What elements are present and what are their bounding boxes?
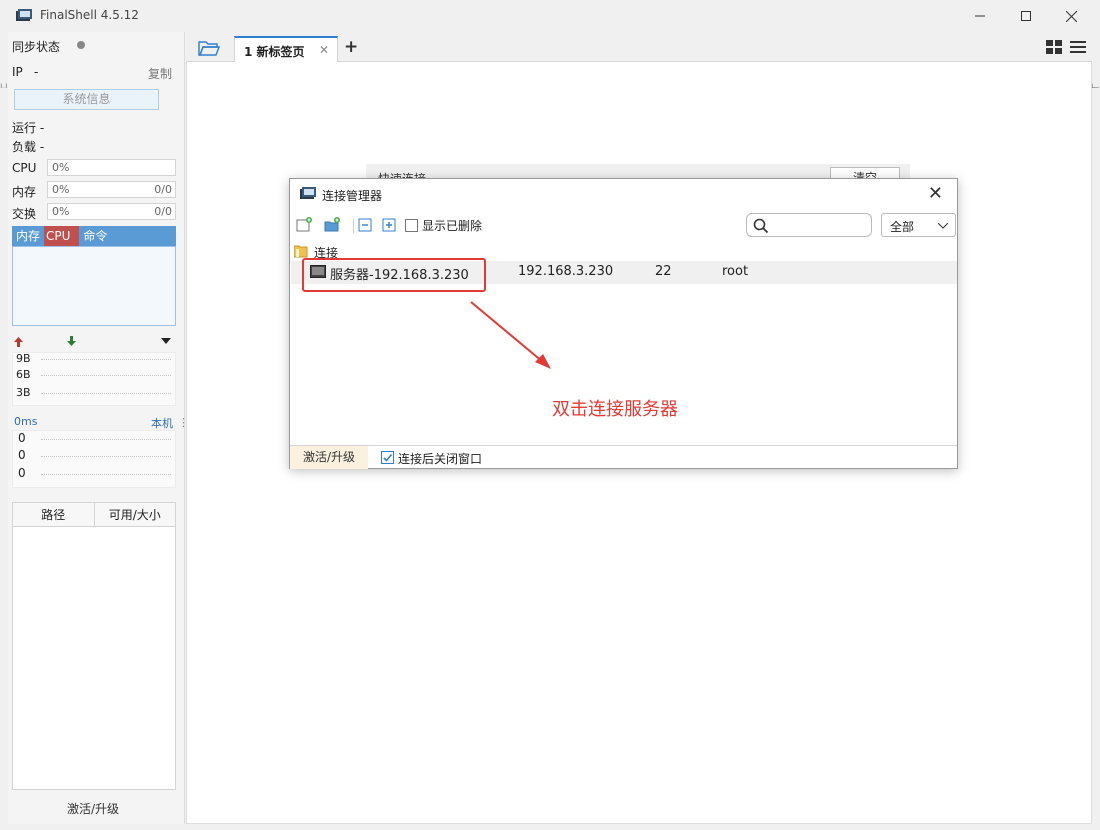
annotation-text: 双击连接服务器 bbox=[552, 399, 678, 420]
dialog-footer: 激活/升级 连接后关闭窗口 bbox=[290, 445, 957, 469]
title-bar: FinalShell 4.5.12 bbox=[0, 0, 1100, 32]
dialog-close-icon[interactable]: ✕ bbox=[928, 183, 943, 204]
disk-table-header: 路径 可用/大小 bbox=[13, 503, 175, 527]
add-tab-button[interactable]: + bbox=[344, 37, 358, 57]
ip-label: IP bbox=[12, 65, 23, 79]
process-tabs: 内存 CPU 命令 bbox=[12, 226, 176, 246]
menu-icon[interactable] bbox=[1070, 40, 1086, 54]
ip-value: - bbox=[34, 65, 39, 79]
expand-all-icon[interactable] bbox=[381, 217, 397, 233]
grid-line bbox=[41, 439, 171, 440]
copy-ip-link[interactable]: 复制 bbox=[148, 65, 172, 82]
proc-tab-cpu[interactable]: CPU bbox=[44, 226, 80, 246]
ping-latency-label: 0ms bbox=[14, 415, 38, 428]
activate-upgrade-link[interactable]: 激活/升级 bbox=[8, 800, 178, 817]
proc-tab-memory[interactable]: 内存 bbox=[12, 226, 44, 246]
show-deleted-label: 显示已删除 bbox=[422, 219, 483, 233]
swap-usage-value: 0% bbox=[52, 205, 70, 218]
disk-col-path[interactable]: 路径 bbox=[13, 503, 95, 526]
system-info-button[interactable]: 系统信息 bbox=[14, 89, 159, 110]
filter-select[interactable]: 全部 bbox=[881, 213, 956, 237]
net-tick: 3B bbox=[16, 386, 31, 399]
edge-mark: ப bbox=[0, 80, 8, 91]
network-interface-dropdown-icon[interactable] bbox=[161, 338, 171, 344]
grid-view-icon[interactable] bbox=[1046, 40, 1062, 54]
uptime-label: 运行 - bbox=[12, 121, 45, 135]
sync-status-label: 同步状态 bbox=[12, 40, 61, 54]
memory-usage-bar: 0% 0/0 bbox=[47, 181, 176, 198]
app-icon bbox=[300, 187, 316, 199]
dialog-title: 连接管理器 bbox=[322, 189, 383, 203]
ping-chart: 0 0 0 bbox=[12, 430, 176, 488]
close-after-connect-label: 连接后关闭窗口 bbox=[398, 452, 483, 466]
minimize-icon bbox=[975, 15, 985, 17]
proc-tab-command[interactable]: 命令 bbox=[79, 226, 111, 246]
session-tab-bar: 1 新标签页 ✕ + bbox=[186, 32, 1092, 63]
grid-line bbox=[41, 456, 171, 457]
connection-user: root bbox=[722, 264, 749, 279]
cpu-usage-value: 0% bbox=[52, 161, 70, 174]
minimize-button[interactable] bbox=[957, 0, 1003, 32]
memory-label: 内存 bbox=[12, 185, 37, 199]
grid-line bbox=[41, 375, 171, 376]
cpu-usage-bar: 0% bbox=[47, 159, 176, 176]
filter-select-value: 全部 bbox=[890, 220, 915, 234]
network-header bbox=[12, 334, 176, 348]
connection-port: 22 bbox=[655, 264, 672, 279]
left-status-panel: 同步状态 IP - 复制 系统信息 运行 - 负载 - CPU 0% 内存 0%… bbox=[8, 32, 189, 824]
connection-host: 192.168.3.230 bbox=[518, 264, 614, 279]
show-deleted-checkbox[interactable] bbox=[405, 219, 418, 232]
connection-manager-dialog: 连接管理器 ✕ 显示已删除 全部 连接 服务器-192.168.3.230 19… bbox=[289, 178, 958, 469]
app-title: FinalShell 4.5.12 bbox=[40, 8, 139, 22]
grid-line bbox=[41, 393, 171, 394]
tab-close-icon[interactable]: ✕ bbox=[319, 43, 329, 57]
grid-line bbox=[41, 474, 171, 475]
edge-mark: ட bbox=[1091, 80, 1099, 91]
upload-arrow-icon bbox=[14, 337, 23, 347]
annotation-highlight-box bbox=[302, 258, 486, 292]
process-list[interactable] bbox=[12, 246, 176, 326]
connection-search-input[interactable] bbox=[746, 213, 872, 237]
memory-size: 0/0 bbox=[154, 183, 172, 196]
swap-usage-bar: 0% 0/0 bbox=[47, 203, 176, 220]
sync-status-dot bbox=[77, 41, 85, 49]
ping-tick: 0 bbox=[18, 431, 26, 445]
disk-usage-table: 路径 可用/大小 bbox=[12, 502, 176, 790]
collapse-all-icon[interactable] bbox=[357, 217, 373, 233]
dialog-title-bar: 连接管理器 ✕ bbox=[290, 179, 957, 210]
toolbar-separator bbox=[353, 219, 354, 233]
folder-icon bbox=[294, 245, 308, 258]
network-chart: 9B 6B 3B bbox=[12, 352, 176, 406]
tab-label: 1 新标签页 bbox=[244, 45, 305, 59]
ping-host-label[interactable]: 本机 bbox=[151, 415, 173, 431]
tab-new-tab[interactable]: 1 新标签页 ✕ bbox=[234, 36, 338, 63]
new-folder-icon[interactable] bbox=[324, 217, 340, 233]
annotation-arrow bbox=[470, 301, 551, 369]
net-tick: 6B bbox=[16, 368, 31, 381]
swap-size: 0/0 bbox=[154, 205, 172, 218]
open-folder-icon[interactable] bbox=[198, 39, 220, 57]
ping-tick: 0 bbox=[18, 448, 26, 462]
net-tick: 9B bbox=[16, 352, 31, 365]
new-connection-icon[interactable] bbox=[296, 217, 312, 233]
maximize-icon bbox=[1021, 11, 1031, 21]
swap-label: 交换 bbox=[12, 207, 37, 221]
search-icon bbox=[753, 218, 769, 234]
close-icon bbox=[1065, 10, 1077, 22]
dialog-toolbar: 显示已删除 全部 bbox=[290, 210, 957, 240]
close-after-connect-checkbox[interactable] bbox=[381, 451, 394, 464]
download-arrow-icon bbox=[67, 336, 76, 346]
disk-col-available[interactable]: 可用/大小 bbox=[95, 503, 176, 526]
load-label: 负载 - bbox=[12, 140, 45, 154]
memory-usage-value: 0% bbox=[52, 183, 70, 196]
maximize-button[interactable] bbox=[1003, 0, 1049, 32]
close-button[interactable] bbox=[1048, 0, 1094, 32]
footer-activate-button[interactable]: 激活/升级 bbox=[290, 446, 368, 469]
ping-tick: 0 bbox=[18, 466, 26, 480]
app-icon bbox=[16, 9, 32, 21]
grid-line bbox=[41, 359, 171, 360]
checkmark-icon bbox=[383, 453, 393, 462]
cpu-label: CPU bbox=[12, 161, 37, 175]
chevron-down-icon bbox=[938, 223, 948, 229]
